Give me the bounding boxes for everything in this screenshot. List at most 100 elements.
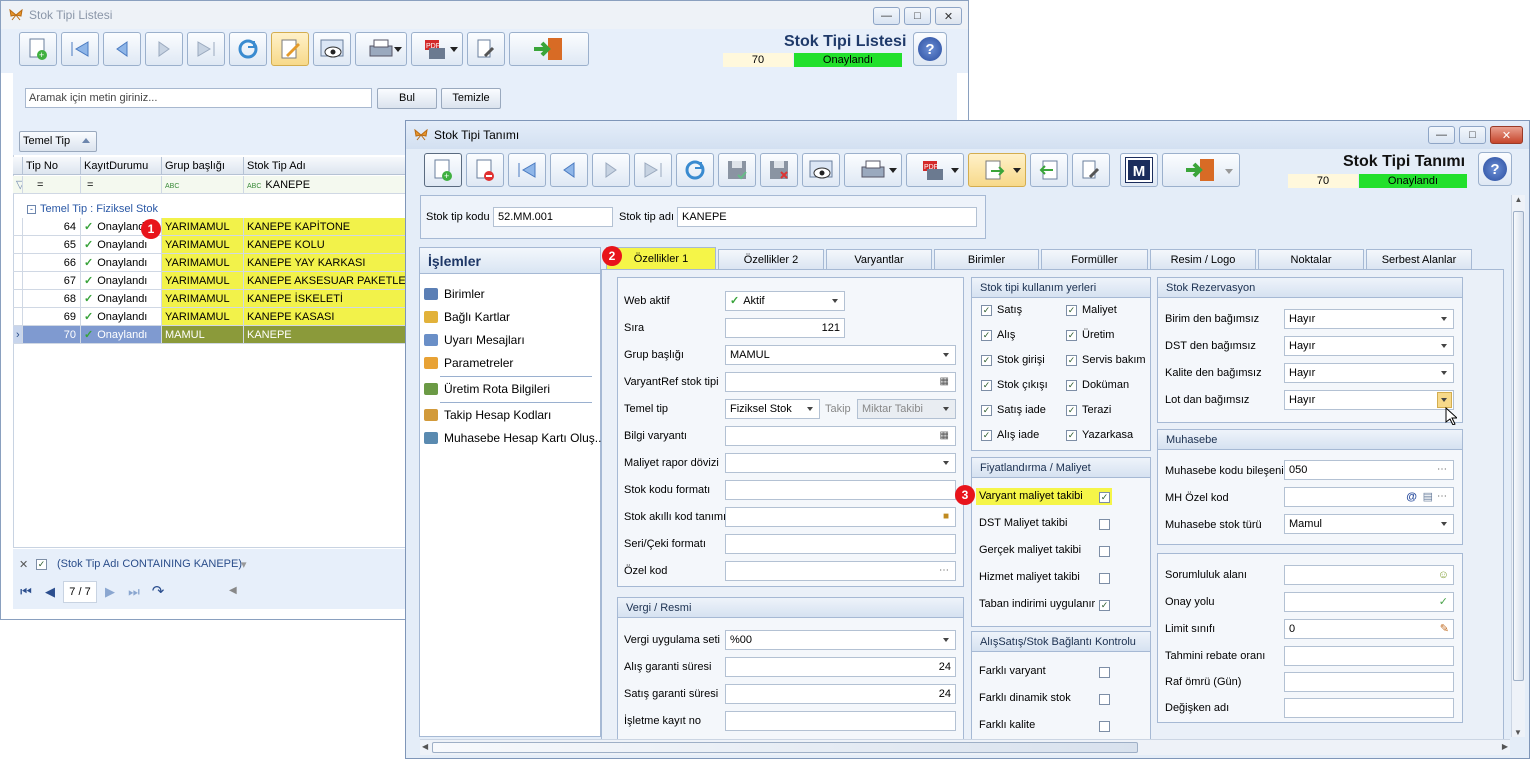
raf-omru-field[interactable] <box>1284 672 1454 692</box>
cell-tip-no[interactable]: 69 <box>23 308 81 326</box>
edit-icon[interactable] <box>271 32 309 66</box>
tab-6[interactable]: Resim / Logo <box>1150 249 1256 269</box>
list-help-button[interactable]: ? <box>913 32 947 66</box>
list-titlebar[interactable]: Stok Tipi Listesi <box>1 1 968 29</box>
ops-item-takip-hesap[interactable]: Takip Hesap Kodları <box>424 408 551 422</box>
new-record-icon[interactable]: + <box>19 32 57 66</box>
row-indicator[interactable] <box>13 308 23 326</box>
m-module-icon[interactable]: M <box>1120 153 1158 187</box>
sorumluluk-field[interactable]: ☺ <box>1284 565 1454 585</box>
transfer-icon[interactable] <box>968 153 1026 187</box>
lookup-icon[interactable]: ▦ <box>940 373 949 391</box>
pager-reload-icon[interactable]: ↷ <box>147 581 169 603</box>
cell-grup-basligi[interactable]: MAMUL <box>162 326 244 344</box>
export-pdf-icon[interactable]: PDF <box>411 32 463 66</box>
cancel-save-icon[interactable] <box>760 153 798 187</box>
takip-select[interactable]: Miktar Takibi <box>857 399 956 419</box>
row-indicator[interactable] <box>13 218 23 236</box>
rebate-field[interactable] <box>1284 646 1454 666</box>
muh-stok-turu-select[interactable]: Mamul <box>1284 514 1454 534</box>
fiyat-checkbox-0[interactable] <box>1099 492 1110 503</box>
collapse-icon[interactable]: - <box>27 205 36 214</box>
edit-note-icon[interactable]: ✎ <box>1440 620 1449 638</box>
tab-4[interactable]: Birimler <box>934 249 1039 269</box>
ops-item-muhasebe-hesap[interactable]: Muhasebe Hesap Kartı Oluş... <box>424 431 605 445</box>
tab-1[interactable]: Özellikler 1 <box>606 247 716 269</box>
muh-kod-field[interactable]: 050 ⋯ <box>1284 460 1454 480</box>
table-row[interactable]: 65 ✓ Onaylandı YARIMAMUL KANEPE KOLU <box>13 236 407 254</box>
minimize-icon[interactable]: — <box>1428 126 1455 144</box>
prev-record-icon[interactable] <box>550 153 588 187</box>
find-button[interactable]: Bul <box>377 88 437 109</box>
approve-check-icon[interactable]: ✓ <box>1439 593 1448 611</box>
stok-tip-adi-field[interactable]: KANEPE <box>677 207 977 227</box>
kullanim-left-checkbox-5[interactable] <box>981 430 992 441</box>
scroll-right-icon[interactable]: ▶ <box>1502 742 1508 751</box>
clear-button[interactable]: Temizle <box>441 88 501 109</box>
list-search-input[interactable]: Aramak için metin giriniz... <box>25 88 372 108</box>
preview-icon[interactable] <box>313 32 351 66</box>
group-row[interactable]: - Temel Tip : Fiziksel Stok <box>13 200 413 218</box>
pager-last-icon[interactable]: ⏭ <box>123 581 145 603</box>
new-record-icon[interactable]: + <box>424 153 462 187</box>
bilgi-varyanti-field[interactable]: ▦ <box>725 426 956 446</box>
cell-tip-no[interactable]: 64 <box>23 218 81 236</box>
filter-row[interactable]: ▽ = = ABC ABCKANEPE <box>13 176 407 194</box>
cell-grup-basligi[interactable]: YARIMAMUL <box>162 290 244 308</box>
cell-kayit-durumu[interactable]: ✓ Onaylandı <box>81 272 162 290</box>
ellipsis-icon[interactable]: ⋯ <box>1437 488 1447 506</box>
table-row[interactable]: 67 ✓ Onaylandı YARIMAMUL KANEPE AKSESUAR PAK… <box>13 272 407 290</box>
ops-item-uretim-rota[interactable]: Üretim Rota Bilgileri <box>424 382 550 396</box>
card-icon[interactable]: ▤ <box>1423 488 1433 506</box>
sira-field[interactable]: 121 <box>725 318 845 338</box>
close-icon[interactable]: ✕ <box>1490 126 1523 144</box>
print-icon[interactable] <box>844 153 902 187</box>
akilli-kod-field[interactable]: ■ <box>725 507 956 527</box>
cell-stok-tip-adi[interactable]: KANEPE YAY KARKASI <box>244 254 407 272</box>
fiyat-checkbox-4[interactable] <box>1099 600 1110 611</box>
cell-tip-no[interactable]: 65 <box>23 236 81 254</box>
table-row[interactable]: 64 ✓ Onaylandı YARIMAMUL KANEPE KAPİTONE <box>13 218 407 236</box>
fiyat-checkbox-2[interactable] <box>1099 546 1110 557</box>
def-titlebar[interactable]: Stok Tipi Tanımı <box>406 121 1529 149</box>
next-record-icon[interactable] <box>145 32 183 66</box>
fiyat-checkbox-1[interactable] <box>1099 519 1110 530</box>
vergi-uygulama-select[interactable]: %00 <box>725 630 956 650</box>
cell-kayit-durumu[interactable]: ✓ Onaylandı <box>81 290 162 308</box>
alsat-checkbox-2[interactable] <box>1099 721 1110 732</box>
last-record-icon[interactable] <box>187 32 225 66</box>
isletme-kayit-field[interactable] <box>725 711 956 731</box>
cell-stok-tip-adi[interactable]: KANEPE KAPİTONE <box>244 218 407 236</box>
cell-grup-basligi[interactable]: YARIMAMUL <box>162 254 244 272</box>
cell-stok-tip-adi[interactable]: KANEPE <box>244 326 407 344</box>
rezerv-select-2[interactable]: Hayır <box>1284 363 1454 383</box>
cell-kayit-durumu[interactable]: ✓ Onaylandı <box>81 326 162 344</box>
delete-record-icon[interactable] <box>466 153 504 187</box>
cell-grup-basligi[interactable]: YARIMAMUL <box>162 236 244 254</box>
first-record-icon[interactable] <box>508 153 546 187</box>
group-panel-temel-tip[interactable]: Temel Tip <box>19 131 97 152</box>
cell-tip-no[interactable]: 70 <box>23 326 81 344</box>
tab-7[interactable]: Noktalar <box>1258 249 1364 269</box>
exit-icon[interactable] <box>1162 153 1240 187</box>
maximize-icon[interactable]: □ <box>904 7 931 25</box>
fiyat-checkbox-3[interactable] <box>1099 573 1110 584</box>
table-row[interactable]: › 70 ✓ Onaylandı MAMUL KANEPE <box>13 326 407 344</box>
col-tip-no[interactable]: Tip No <box>23 157 81 174</box>
cell-grup-basligi[interactable]: YARIMAMUL <box>162 218 244 236</box>
ellipsis-icon[interactable]: ⋯ <box>1437 461 1447 479</box>
tab-3[interactable]: Varyantlar <box>826 249 932 269</box>
people-icon[interactable]: ☺ <box>1438 566 1449 584</box>
import-icon[interactable] <box>1030 153 1068 187</box>
pager-prev-icon[interactable]: ◀ <box>39 581 61 603</box>
varyantref-field[interactable]: ▦ <box>725 372 956 392</box>
cell-tip-no[interactable]: 67 <box>23 272 81 290</box>
first-record-icon[interactable] <box>61 32 99 66</box>
save-icon[interactable] <box>718 153 756 187</box>
alis-garanti-field[interactable]: 24 <box>725 657 956 677</box>
alsat-checkbox-0[interactable] <box>1099 667 1110 678</box>
kullanim-left-checkbox-4[interactable] <box>981 405 992 416</box>
limit-sinifi-field[interactable]: 0 ✎ <box>1284 619 1454 639</box>
rezerv-select-3[interactable]: Hayır <box>1284 390 1454 410</box>
cell-kayit-durumu[interactable]: ✓ Onaylandı <box>81 254 162 272</box>
